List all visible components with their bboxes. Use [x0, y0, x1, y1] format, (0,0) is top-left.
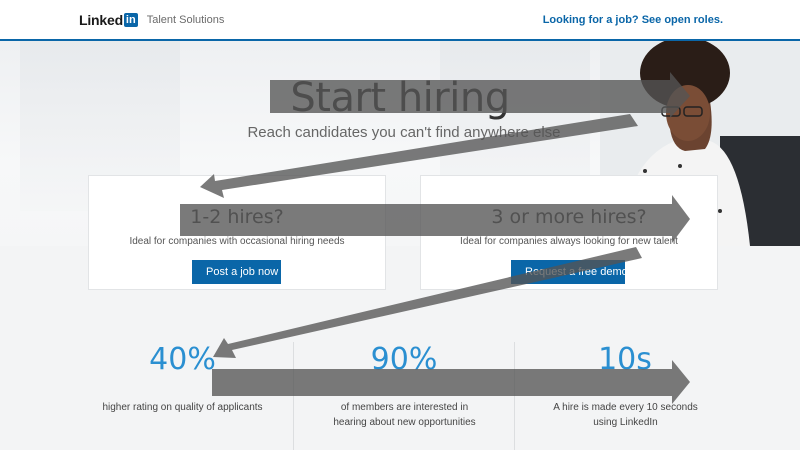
plan-description: Ideal for companies with occasional hiri… [129, 236, 345, 247]
stat-value: 10s [598, 342, 652, 377]
logo-wordmark: Linked [79, 12, 123, 28]
request-demo-button[interactable]: Request a free demo [511, 260, 628, 284]
plan-card-small: 1-2 hires? Ideal for companies with occa… [88, 175, 386, 290]
stat-value: 40% [149, 342, 216, 377]
stats-section: 40% higher rating on quality of applican… [0, 290, 800, 450]
product-name: Talent Solutions [146, 14, 225, 26]
open-roles-link[interactable]: Looking for a job? See open roles. [543, 14, 723, 26]
stat-description: of members are interested in hearing abo… [333, 402, 476, 428]
top-header: Linked in Talent Solutions Looking for a … [0, 0, 800, 41]
stat-value: 90% [370, 342, 438, 377]
post-job-button[interactable]: Post a job now [192, 260, 281, 284]
stat-description: A hire is made every 10 seconds using Li… [553, 402, 698, 428]
stat-item: 40% higher rating on quality of applican… [72, 342, 293, 450]
stat-item: 90% of members are interested in hearing… [293, 342, 514, 450]
stat-description: higher rating on quality of applicants [102, 402, 263, 413]
plan-title: 3 or more hires? [491, 206, 647, 228]
hero-subtitle: Reach candidates you can't find anywhere… [247, 124, 561, 141]
plan-title: 1-2 hires? [190, 206, 284, 228]
linkedin-logo[interactable]: Linked in Talent Solutions [79, 12, 224, 28]
plan-description: Ideal for companies always looking for n… [460, 236, 678, 247]
stat-item: 10s A hire is made every 10 seconds usin… [514, 342, 735, 450]
logo-in-badge: in [123, 13, 138, 27]
hero-title: Start hiring [290, 75, 510, 121]
plan-card-large: 3 or more hires? Ideal for companies alw… [420, 175, 718, 290]
